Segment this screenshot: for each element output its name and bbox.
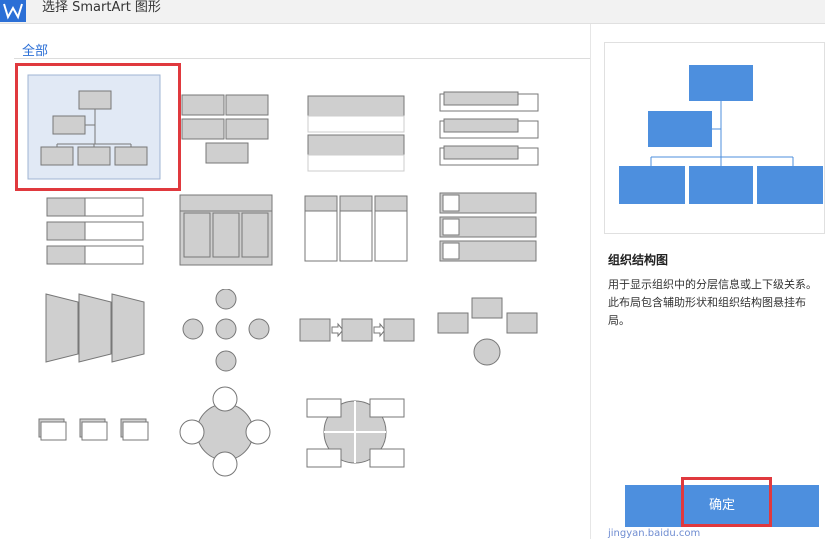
smartart-table-hierarchy[interactable] — [178, 193, 308, 293]
smartart-picture-list[interactable] — [438, 192, 568, 292]
smartart-matrix-cycle[interactable] — [305, 397, 435, 497]
smartart-text-list[interactable] — [305, 90, 435, 190]
smartart-picture-process[interactable] — [38, 413, 168, 513]
category-tab-all[interactable]: 全部 — [22, 40, 48, 59]
title-bar: 选择 SmartArt 图形 — [0, 0, 825, 24]
smartart-stacked-list[interactable] — [438, 90, 568, 190]
panel-divider — [590, 24, 591, 539]
category-divider — [14, 58, 590, 59]
window-title: 选择 SmartArt 图形 — [42, 0, 161, 15]
wps-writer-icon — [0, 0, 26, 22]
preview-title: 组织结构图 — [608, 253, 669, 267]
ok-button[interactable]: 确定 — [625, 485, 819, 527]
smartart-converging-arrows[interactable] — [437, 297, 567, 397]
preview-description: 用于显示组织中的分层信息或上下级关系。此布局包含辅助形状和组织结构图悬挂布局。 — [608, 278, 817, 327]
preview-panel — [604, 42, 825, 234]
smartart-trapezoid-list[interactable] — [44, 292, 174, 392]
org-chart-preview — [619, 65, 823, 204]
smartart-organization-chart[interactable] — [15, 63, 181, 191]
smartart-column-list[interactable] — [303, 195, 433, 295]
smartart-radial-arrows[interactable] — [181, 289, 311, 389]
smartart-grid-blocks[interactable] — [180, 90, 310, 190]
smartart-bullet-list[interactable] — [45, 196, 175, 296]
watermark: jingyan.baidu.com — [608, 528, 701, 539]
smartart-radial-cycle[interactable] — [179, 386, 309, 486]
